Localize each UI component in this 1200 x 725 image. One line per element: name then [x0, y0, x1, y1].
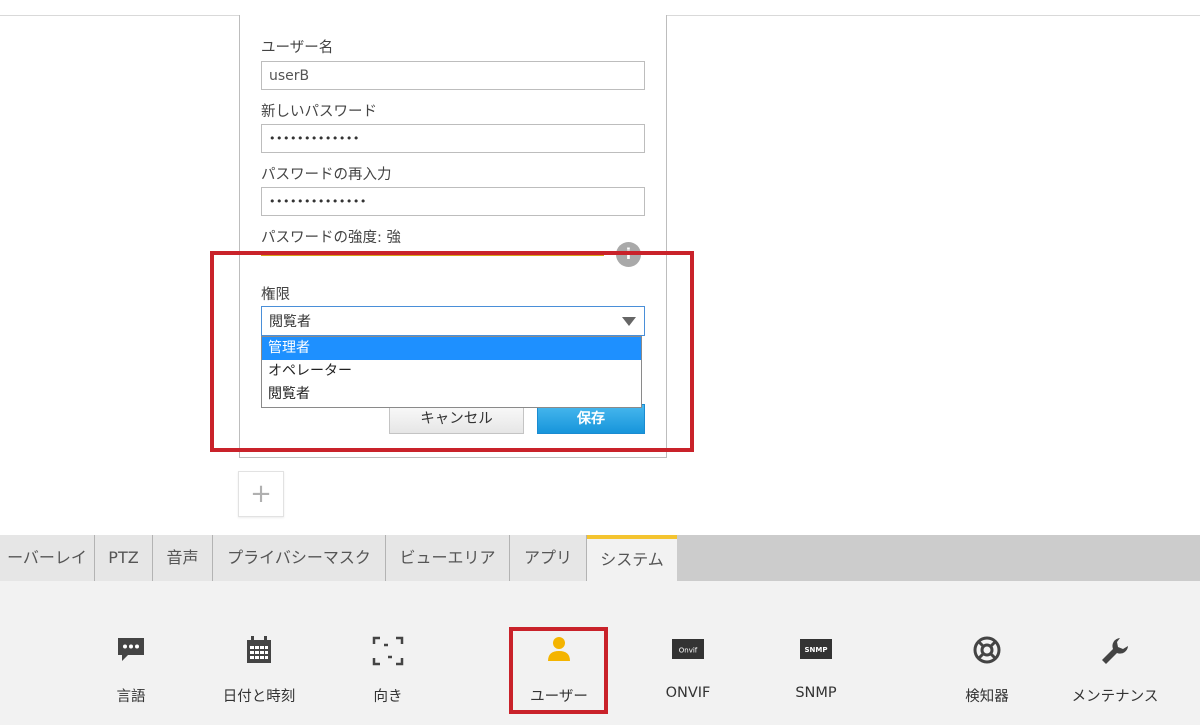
username-input[interactable]: userB — [261, 61, 645, 90]
save-button[interactable]: 保存 — [537, 404, 645, 434]
submenu-maintenance-label: メンテナンス — [1071, 689, 1159, 705]
submenu-date-time[interactable]: 日付と時刻 — [214, 581, 304, 725]
tab-audio[interactable]: 音声 — [153, 535, 213, 581]
role-select[interactable]: 閲覧者 — [261, 306, 645, 336]
submenu-orientation[interactable]: 向き — [348, 581, 428, 725]
tab-view-area[interactable]: ビューエリア — [386, 535, 510, 581]
role-option-operator[interactable]: オペレーター — [262, 360, 641, 383]
password-strength-bar — [261, 252, 604, 256]
submenu-orientation-label: 向き — [373, 689, 403, 705]
tab-ptz[interactable]: PTZ — [95, 535, 153, 581]
detector-icon — [973, 636, 1001, 668]
submenu-onvif-label: ONVIF — [665, 685, 711, 701]
submenu-maintenance[interactable]: メンテナンス — [1065, 581, 1165, 725]
onvif-badge-text: Onvif — [679, 647, 698, 655]
submenu-snmp[interactable]: SNMP SNMP — [776, 581, 856, 725]
dropdown-caret-icon — [622, 317, 636, 326]
tab-apps[interactable]: アプリ — [510, 535, 587, 581]
new-password-label: 新しいパスワード — [261, 104, 377, 120]
submenu-user[interactable]: ユーザー — [513, 581, 605, 725]
submenu-detectors[interactable]: 検知器 — [947, 581, 1027, 725]
password-strength-label: パスワードの強度: 強 — [261, 230, 401, 246]
snmp-icon: SNMP — [800, 639, 832, 663]
submenu-language[interactable]: 言語 — [91, 581, 171, 725]
submenu-user-label: ユーザー — [530, 689, 588, 705]
submenu-detectors-label: 検知器 — [965, 689, 1009, 705]
speech-bubble-icon — [116, 636, 146, 668]
user-edit-panel: ユーザー名 userB 新しいパスワード ••••••••••••• パスワード… — [239, 15, 667, 458]
reenter-password-input[interactable]: •••••••••••••• — [261, 187, 645, 216]
submenu-onvif[interactable]: Onvif ONVIF — [648, 581, 728, 725]
calendar-icon — [246, 636, 272, 668]
role-select-value: 閲覧者 — [269, 314, 311, 330]
system-submenu: 言語 日付と時刻 向き ユーザー Onvif ONVIF SNMP SNMP 検… — [0, 581, 1200, 725]
orientation-icon — [372, 636, 404, 670]
new-password-input[interactable]: ••••••••••••• — [261, 124, 645, 153]
role-option-viewer[interactable]: 閲覧者 — [262, 383, 641, 406]
submenu-language-label: 言語 — [116, 689, 146, 705]
tab-overlay[interactable]: ーバーレイ — [0, 535, 95, 581]
submenu-date-time-label: 日付と時刻 — [222, 689, 296, 705]
reenter-password-label: パスワードの再入力 — [261, 167, 392, 183]
info-icon[interactable]: i — [616, 242, 641, 267]
submenu-snmp-label: SNMP — [795, 685, 837, 701]
cancel-button[interactable]: キャンセル — [389, 404, 524, 434]
role-label: 権限 — [261, 287, 290, 303]
role-option-admin[interactable]: 管理者 — [262, 337, 641, 360]
wrench-icon — [1100, 636, 1130, 670]
user-icon — [547, 636, 571, 666]
add-user-button[interactable]: + — [238, 471, 284, 517]
role-dropdown-list: 管理者 オペレーター 閲覧者 — [261, 336, 642, 408]
tab-system[interactable]: システム — [587, 535, 677, 581]
settings-tabbar: ーバーレイ PTZ 音声 プライバシーマスク ビューエリア アプリ システム — [0, 535, 1200, 581]
onvif-logo-icon: Onvif — [672, 639, 704, 663]
tab-privacy-mask[interactable]: プライバシーマスク — [213, 535, 386, 581]
username-label: ユーザー名 — [261, 40, 334, 56]
snmp-badge-text: SNMP — [805, 646, 828, 654]
